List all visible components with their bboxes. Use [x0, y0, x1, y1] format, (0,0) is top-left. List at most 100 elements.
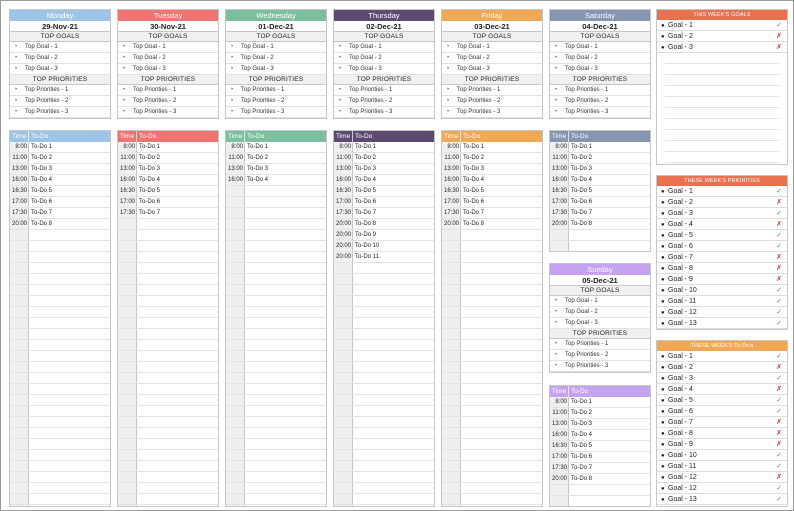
table-row[interactable]	[10, 329, 110, 340]
priority-item[interactable]: • Top Priorities - 1	[226, 85, 326, 96]
table-row[interactable]: 16:00 To-Do 4	[118, 175, 218, 186]
table-row[interactable]	[226, 439, 326, 450]
goal-item[interactable]: • Top Goal - 1	[10, 42, 110, 53]
goal-item[interactable]: • Top Goal - 2	[10, 53, 110, 64]
goal-item[interactable]: • Top Goal - 1	[334, 42, 434, 53]
table-row[interactable]	[118, 417, 218, 428]
summary-item[interactable]: ● Goal - 1 ✓	[657, 186, 787, 197]
table-row[interactable]	[442, 351, 542, 362]
goal-item[interactable]: • Top Goal - 3	[550, 318, 650, 329]
table-row[interactable]: 13:00 To-Do 3	[10, 164, 110, 175]
table-row[interactable]: 8:00 To-Do 1	[550, 397, 650, 408]
priority-item[interactable]: • Top Priorities - 2	[10, 96, 110, 107]
table-row[interactable]	[334, 362, 434, 373]
table-row[interactable]: 20:00 To-Do 8	[334, 219, 434, 230]
table-row[interactable]	[226, 186, 326, 197]
table-row[interactable]: 16:30 To-Do 5	[118, 186, 218, 197]
table-row[interactable]	[226, 318, 326, 329]
table-row[interactable]	[334, 373, 434, 384]
table-row[interactable]	[118, 340, 218, 351]
table-row[interactable]: 8:00 To-Do 1	[442, 142, 542, 153]
cross-icon[interactable]: ✗	[776, 384, 782, 395]
table-row[interactable]	[226, 285, 326, 296]
table-row[interactable]	[226, 197, 326, 208]
check-icon[interactable]: ✓	[776, 241, 782, 252]
table-row[interactable]: 17:30 To-Do 7	[550, 208, 650, 219]
table-row[interactable]	[226, 208, 326, 219]
table-row[interactable]	[10, 252, 110, 263]
table-row[interactable]	[10, 307, 110, 318]
cross-icon[interactable]: ✗	[776, 428, 782, 439]
table-row[interactable]	[10, 241, 110, 252]
table-row[interactable]: 8:00 To-Do 1	[10, 142, 110, 153]
table-row[interactable]	[442, 461, 542, 472]
summary-item[interactable]: ● Goal - 3 ✓	[657, 208, 787, 219]
table-row[interactable]	[10, 406, 110, 417]
table-row[interactable]	[334, 274, 434, 285]
table-row[interactable]	[226, 274, 326, 285]
priority-item[interactable]: • Top Priorities - 1	[550, 85, 650, 96]
table-row[interactable]	[10, 351, 110, 362]
table-row[interactable]	[10, 296, 110, 307]
table-row[interactable]	[442, 406, 542, 417]
table-row[interactable]	[226, 395, 326, 406]
cross-icon[interactable]: ✗	[776, 197, 782, 208]
priority-item[interactable]: • Top Priorities - 3	[550, 361, 650, 372]
table-row[interactable]	[118, 351, 218, 362]
table-row[interactable]	[118, 296, 218, 307]
summary-item[interactable]: ● Goal - 10 ✓	[657, 450, 787, 461]
summary-item[interactable]: ● Goal - 3 ✓	[657, 373, 787, 384]
check-icon[interactable]: ✓	[776, 208, 782, 219]
table-row[interactable]	[442, 318, 542, 329]
table-row[interactable]: 13:00 To-Do 3	[226, 164, 326, 175]
table-row[interactable]	[442, 373, 542, 384]
goal-item[interactable]: • Top Goal - 2	[550, 307, 650, 318]
table-row[interactable]: 13:00 To-Do 3	[550, 164, 650, 175]
priority-item[interactable]: • Top Priorities - 3	[550, 107, 650, 118]
table-row[interactable]	[118, 439, 218, 450]
check-icon[interactable]: ✓	[776, 285, 782, 296]
table-row[interactable]: 13:00 To-Do 3	[550, 419, 650, 430]
table-row[interactable]	[118, 362, 218, 373]
table-row[interactable]	[10, 417, 110, 428]
priority-item[interactable]: • Top Priorities - 1	[550, 339, 650, 350]
table-row[interactable]: 11:00 To-Do 2	[550, 408, 650, 419]
table-row[interactable]	[334, 417, 434, 428]
table-row[interactable]	[118, 219, 218, 230]
table-row[interactable]	[226, 461, 326, 472]
check-icon[interactable]: ✓	[776, 230, 782, 241]
summary-item[interactable]: ● Goal - 4 ✗	[657, 384, 787, 395]
table-row[interactable]	[226, 472, 326, 483]
priority-item[interactable]: • Top Priorities - 2	[550, 350, 650, 361]
goal-item[interactable]: • Top Goal - 1	[550, 42, 650, 53]
table-row[interactable]	[118, 318, 218, 329]
cross-icon[interactable]: ✗	[776, 263, 782, 274]
table-row[interactable]	[334, 384, 434, 395]
table-row[interactable]: 20:00 To-Do 9	[334, 230, 434, 241]
summary-item[interactable]: ● Goal - 7 ✗	[657, 417, 787, 428]
table-row[interactable]: 11:00 To-Do 2	[442, 153, 542, 164]
table-row[interactable]	[10, 494, 110, 505]
goal-item[interactable]: • Top Goal - 2	[226, 53, 326, 64]
priority-item[interactable]: • Top Priorities - 1	[442, 85, 542, 96]
table-row[interactable]: 13:00 To-Do 3	[334, 164, 434, 175]
cross-icon[interactable]: ✗	[776, 274, 782, 285]
table-row[interactable]: 20:00 To-Do 11	[334, 252, 434, 263]
table-row[interactable]	[334, 395, 434, 406]
table-row[interactable]	[118, 274, 218, 285]
table-row[interactable]	[10, 472, 110, 483]
summary-item[interactable]: ● Goal - 11 ✓	[657, 296, 787, 307]
table-row[interactable]	[442, 472, 542, 483]
table-row[interactable]: 8:00 To-Do 1	[226, 142, 326, 153]
table-row[interactable]	[334, 450, 434, 461]
cross-icon[interactable]: ✗	[776, 439, 782, 450]
table-row[interactable]	[10, 439, 110, 450]
table-row[interactable]: 16:30 To-Do 5	[442, 186, 542, 197]
goal-item[interactable]: • Top Goal - 2	[442, 53, 542, 64]
goal-item[interactable]: • Top Goal - 2	[118, 53, 218, 64]
table-row[interactable]	[226, 241, 326, 252]
table-row[interactable]: 17:30 To-Do 7	[334, 208, 434, 219]
table-row[interactable]	[118, 252, 218, 263]
table-row[interactable]: 16:30 To-Do 5	[10, 186, 110, 197]
table-row[interactable]	[10, 461, 110, 472]
